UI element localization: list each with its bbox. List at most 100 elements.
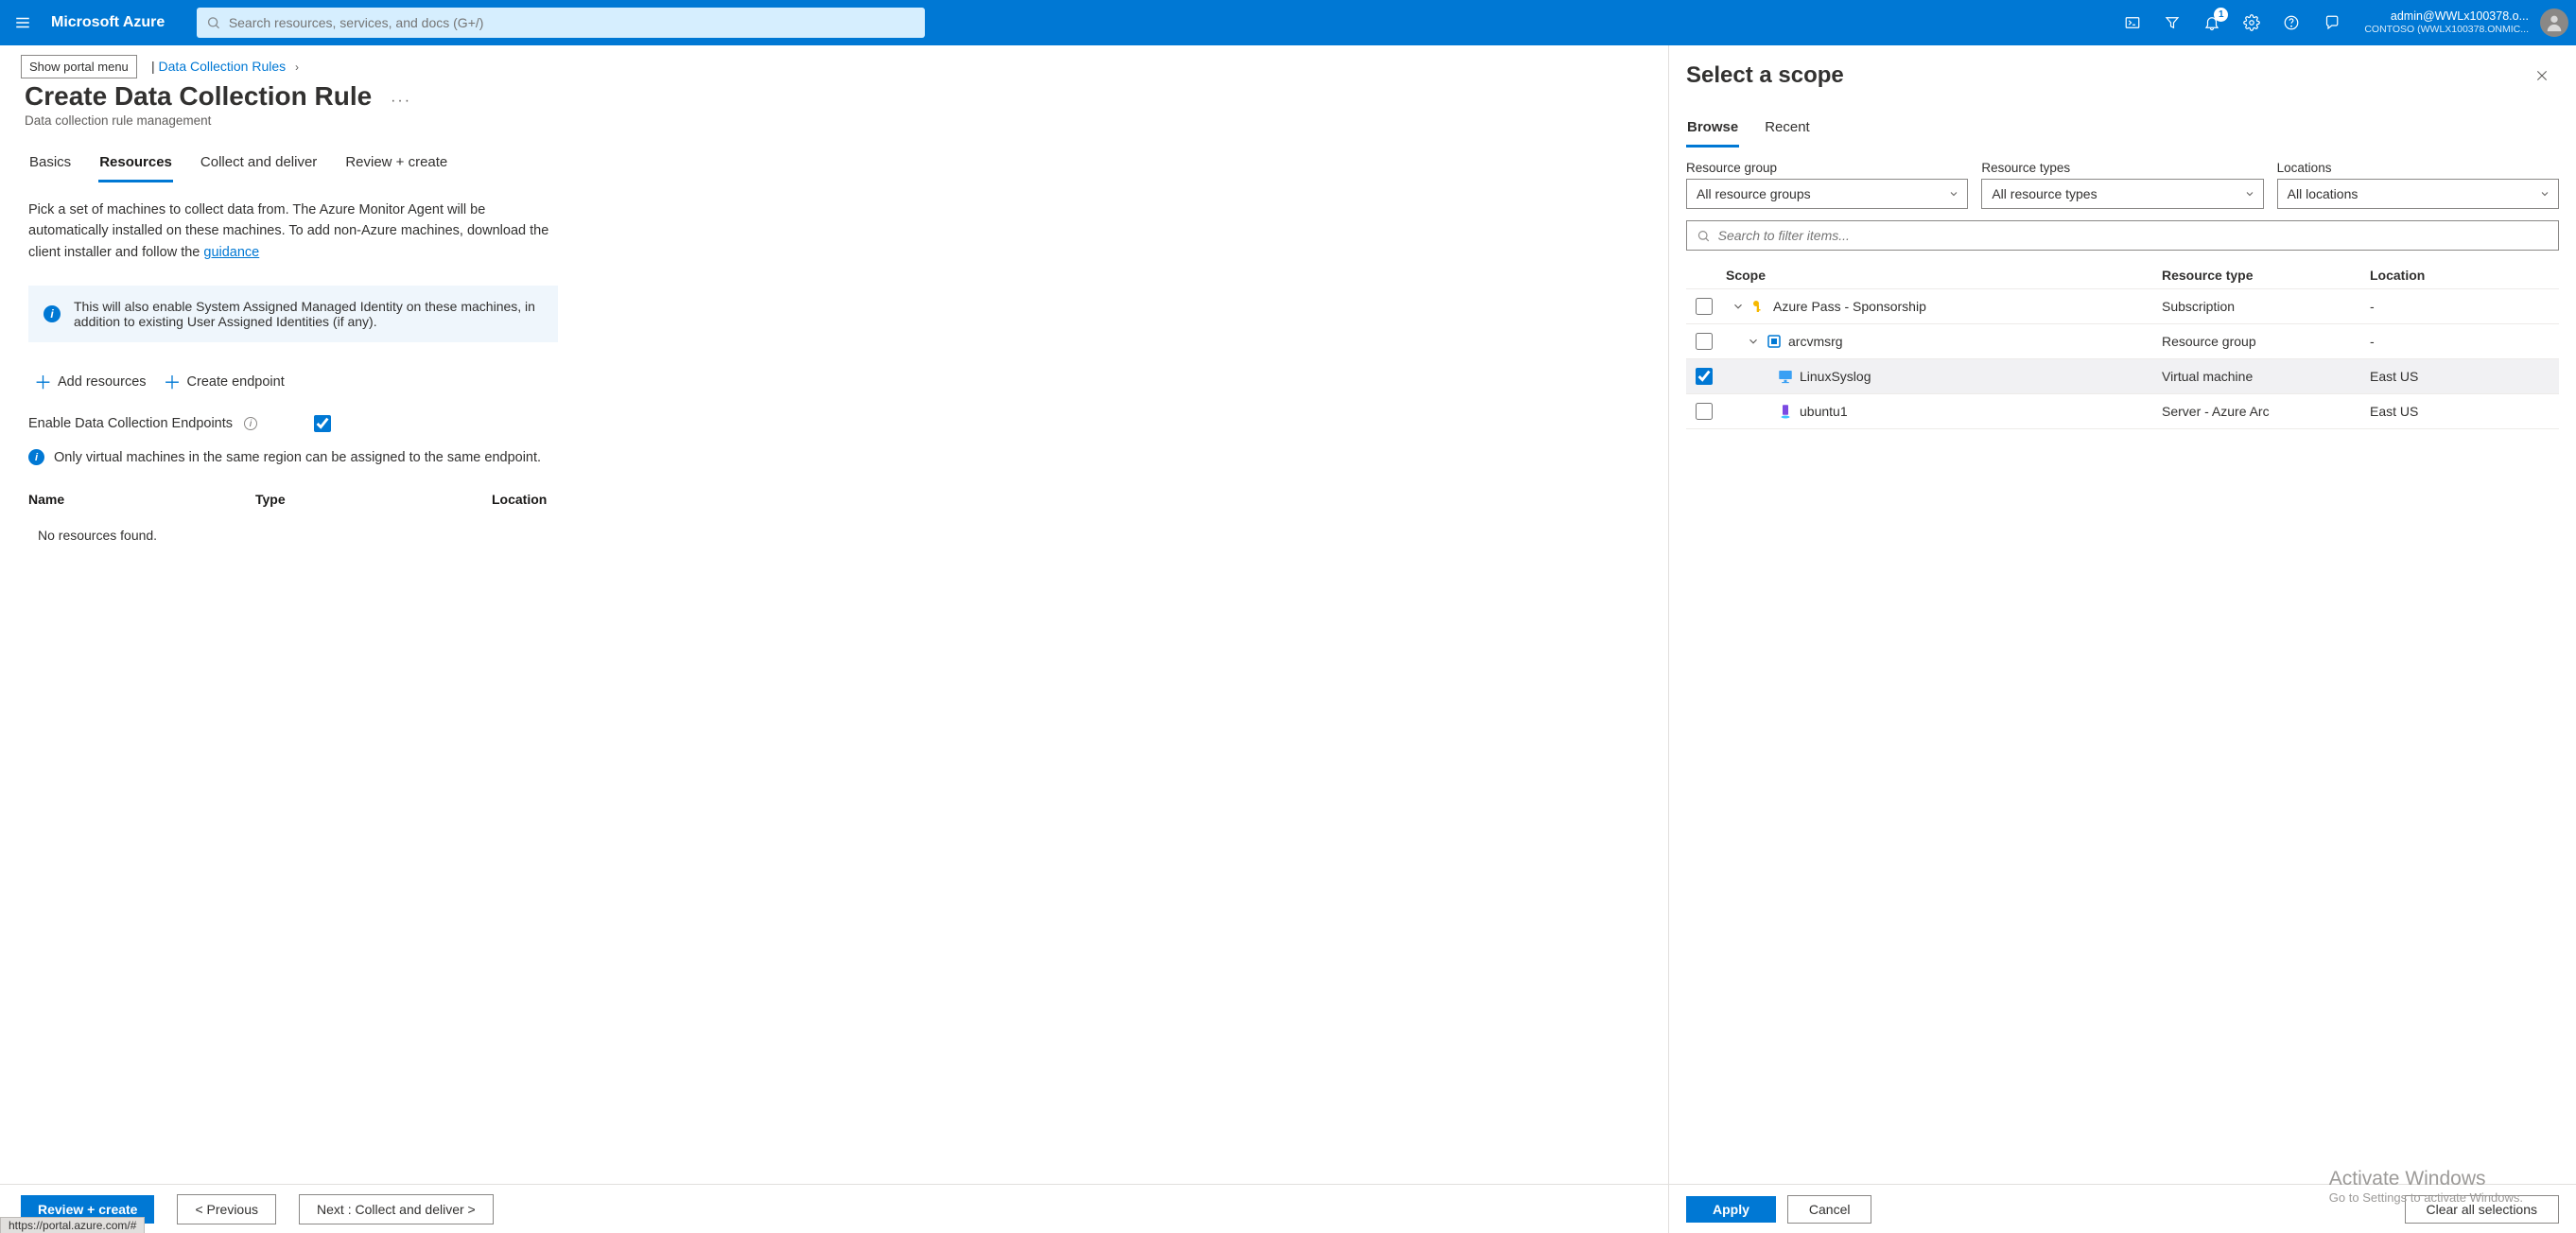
row-checkbox[interactable] xyxy=(1696,298,1713,315)
avatar-button[interactable] xyxy=(2540,9,2568,37)
scope-search-box[interactable] xyxy=(1686,220,2559,251)
directories-button[interactable] xyxy=(2152,0,2192,45)
flyout-tab-browse[interactable]: Browse xyxy=(1686,113,1739,148)
row-type: Server - Azure Arc xyxy=(2162,404,2370,419)
tab-resources[interactable]: Resources xyxy=(98,148,173,182)
chevron-down-icon[interactable] xyxy=(1747,335,1760,348)
scope-row-vm[interactable]: LinuxSyslog Virtual machine East US xyxy=(1686,359,2559,394)
endpoints-label: Enable Data Collection Endpoints xyxy=(28,416,233,431)
row-checkbox[interactable] xyxy=(1696,333,1713,350)
chevron-down-icon[interactable] xyxy=(1732,300,1745,313)
add-resources-label: Add resources xyxy=(58,374,147,390)
info-banner: i This will also enable System Assigned … xyxy=(28,286,558,342)
cancel-button[interactable]: Cancel xyxy=(1787,1195,1872,1224)
filter-locations: Locations All locations xyxy=(2277,161,2559,209)
row-name: Azure Pass - Sponsorship xyxy=(1773,299,1926,314)
menu-hamburger-button[interactable] xyxy=(0,0,45,45)
info-icon: i xyxy=(44,305,61,322)
tab-review-create[interactable]: Review + create xyxy=(344,148,448,182)
gear-icon xyxy=(2243,14,2260,31)
loc-label: Locations xyxy=(2277,161,2559,175)
info-icon: i xyxy=(28,449,44,465)
help-icon xyxy=(2283,14,2300,31)
create-endpoint-label: Create endpoint xyxy=(187,374,285,390)
account-email: admin@WWLx100378.o... xyxy=(2364,9,2529,24)
chevron-down-icon xyxy=(2244,188,2255,200)
col-location: Location xyxy=(2370,268,2559,283)
filter-resource-group: Resource group All resource groups xyxy=(1686,161,1968,209)
add-resources-button[interactable]: ＋ Add resources xyxy=(34,369,147,394)
rg-dropdown[interactable]: All resource groups xyxy=(1686,179,1968,209)
col-type: Type xyxy=(255,492,492,507)
col-name: Name xyxy=(28,492,255,507)
col-resource-type: Resource type xyxy=(2162,268,2370,283)
row-name: arcvmsrg xyxy=(1788,334,1843,349)
avatar-icon xyxy=(2544,12,2565,33)
server-icon xyxy=(1777,403,1794,420)
scope-row-arc[interactable]: ubuntu1 Server - Azure Arc East US xyxy=(1686,394,2559,429)
guidance-link[interactable]: guidance xyxy=(203,245,259,260)
create-endpoint-button[interactable]: ＋ Create endpoint xyxy=(164,369,285,394)
row-loc: East US xyxy=(2370,369,2559,384)
plus-icon: ＋ xyxy=(34,369,52,394)
global-search-box[interactable] xyxy=(197,8,925,38)
flyout-tab-recent[interactable]: Recent xyxy=(1764,113,1811,148)
global-search-input[interactable] xyxy=(229,15,916,30)
help-button[interactable] xyxy=(2271,0,2311,45)
close-flyout-button[interactable] xyxy=(2529,62,2555,89)
row-checkbox[interactable] xyxy=(1696,368,1713,385)
chevron-right-icon: › xyxy=(295,61,299,74)
tab-collect-deliver[interactable]: Collect and deliver xyxy=(200,148,318,182)
scope-table-header: Scope Resource type Location xyxy=(1686,262,2559,288)
row-type: Virtual machine xyxy=(2162,369,2370,384)
clear-selections-button[interactable]: Clear all selections xyxy=(2405,1195,2560,1224)
hamburger-icon xyxy=(14,14,31,31)
account-tenant: CONTOSO (WWLX100378.ONMIC... xyxy=(2364,24,2529,36)
next-button[interactable]: Next : Collect and deliver > xyxy=(299,1194,494,1224)
topbar-right-icons: 1 admin@WWLx100378.o... CONTOSO (WWLX100… xyxy=(2113,0,2576,45)
tab-basics[interactable]: Basics xyxy=(28,148,72,182)
scope-row-subscription[interactable]: Azure Pass - Sponsorship Subscription - xyxy=(1686,289,2559,324)
flyout-bottom-bar: Apply Cancel Clear all selections xyxy=(1669,1184,2576,1233)
scope-search-input[interactable] xyxy=(1718,228,2549,243)
row-checkbox[interactable] xyxy=(1696,403,1713,420)
settings-button[interactable] xyxy=(2232,0,2271,45)
rt-dropdown[interactable]: All resource types xyxy=(1981,179,2263,209)
plus-icon: ＋ xyxy=(164,369,182,394)
azure-topbar: Microsoft Azure 1 admin@WWLx100378.o... … xyxy=(0,0,2576,45)
vm-icon xyxy=(1777,368,1794,385)
feedback-button[interactable] xyxy=(2311,0,2351,45)
chevron-down-icon xyxy=(2539,188,2550,200)
row-type: Subscription xyxy=(2162,299,2370,314)
flyout-header: Select a scope xyxy=(1669,45,2576,89)
cloud-shell-button[interactable] xyxy=(2113,0,2152,45)
info-banner-text: This will also enable System Assigned Ma… xyxy=(74,299,543,329)
row-loc: East US xyxy=(2370,404,2559,419)
notifications-button[interactable]: 1 xyxy=(2192,0,2232,45)
row-loc: - xyxy=(2370,334,2559,349)
endpoints-checkbox[interactable] xyxy=(314,415,331,432)
flyout-tabs: Browse Recent xyxy=(1686,113,2576,148)
search-icon xyxy=(206,15,221,30)
account-info[interactable]: admin@WWLx100378.o... CONTOSO (WWLX10037… xyxy=(2351,9,2534,36)
info-hint-icon[interactable]: i xyxy=(244,417,257,430)
row-type: Resource group xyxy=(2162,334,2370,349)
rt-label: Resource types xyxy=(1981,161,2263,175)
select-scope-flyout: Select a scope Browse Recent Resource gr… xyxy=(1668,45,2576,1233)
previous-button[interactable]: < Previous xyxy=(177,1194,276,1224)
description-text: Pick a set of machines to collect data f… xyxy=(28,200,558,263)
brand-label[interactable]: Microsoft Azure xyxy=(45,14,178,31)
apply-button[interactable]: Apply xyxy=(1686,1196,1776,1223)
cloudshell-icon xyxy=(2124,14,2141,31)
more-actions-button[interactable]: ··· xyxy=(391,93,411,109)
flyout-filters: Resource group All resource groups Resou… xyxy=(1686,161,2559,209)
filter-icon xyxy=(2164,14,2181,31)
region-info: i Only virtual machines in the same regi… xyxy=(28,449,558,465)
breadcrumb-link[interactable]: Data Collection Rules xyxy=(159,59,287,74)
scope-row-resourcegroup[interactable]: arcvmsrg Resource group - xyxy=(1686,324,2559,359)
row-name: LinuxSyslog xyxy=(1800,369,1871,384)
page-title: Create Data Collection Rule xyxy=(25,81,372,112)
notification-badge: 1 xyxy=(2214,8,2228,22)
loc-dropdown[interactable]: All locations xyxy=(2277,179,2559,209)
rg-label: Resource group xyxy=(1686,161,1968,175)
